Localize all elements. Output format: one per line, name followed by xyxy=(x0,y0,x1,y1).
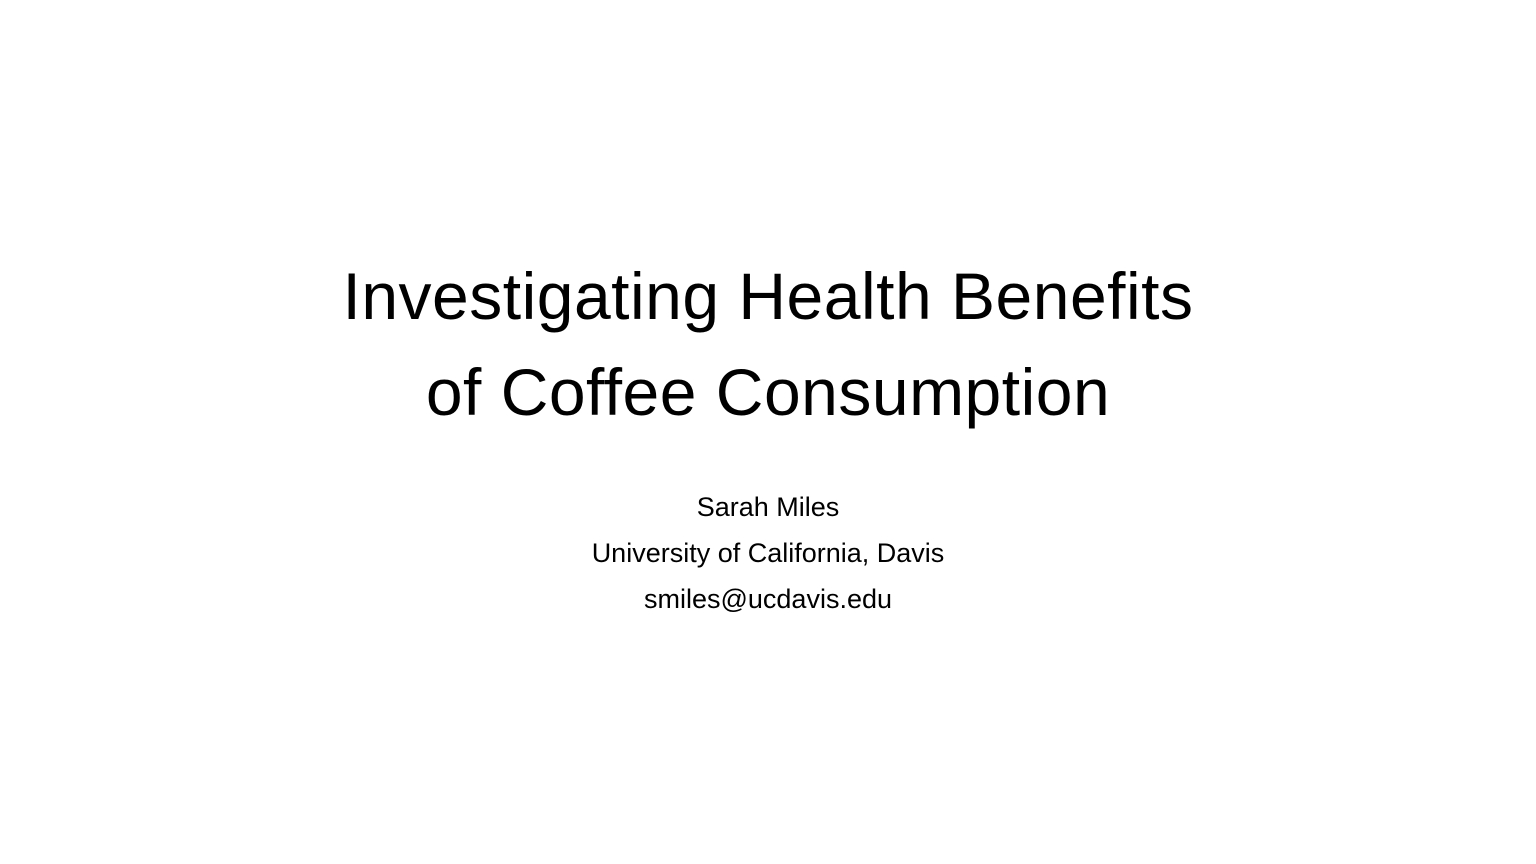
title-line-2: of Coffee Consumption xyxy=(425,355,1111,429)
slide-subtitle: Sarah Miles University of California, Da… xyxy=(0,484,1536,622)
slide-title: Investigating Health Benefits of Coffee … xyxy=(0,248,1536,440)
author-affiliation: University of California, Davis xyxy=(591,538,945,568)
author-email: smiles@ucdavis.edu xyxy=(643,584,892,614)
presentation-slide: Investigating Health Benefits of Coffee … xyxy=(0,0,1536,864)
author-name: Sarah Miles xyxy=(696,492,840,522)
title-line-1: Investigating Health Benefits xyxy=(342,259,1194,333)
